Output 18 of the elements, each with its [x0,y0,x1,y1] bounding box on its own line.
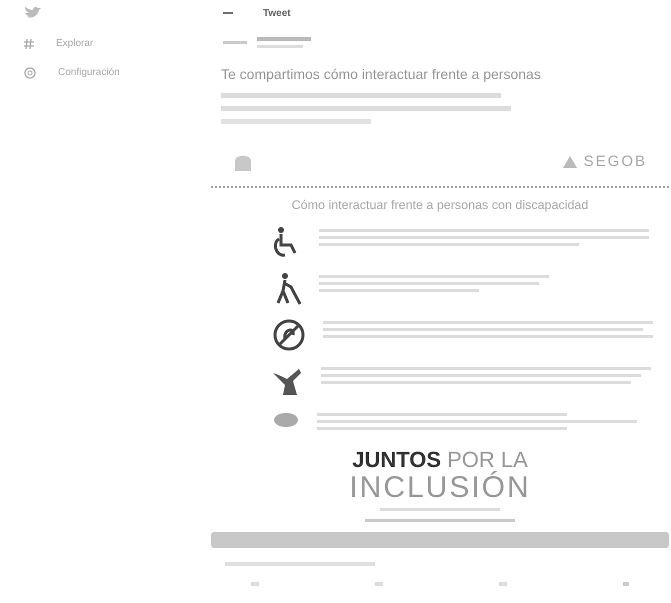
crossed-ear-icon [273,318,305,351]
campaign-title: POR LA [447,448,528,472]
campaign-title: JUNTOS [352,448,442,472]
settings-icon [24,66,36,78]
logo-text: SEGOB [584,152,647,172]
page-title: Tweet [263,6,291,20]
hashtag-icon [24,38,34,48]
tweet-text: Te compartimos cómo interactuar frente a personas [221,65,542,84]
illegible-text-drawing [257,36,311,40]
infographic-heading: Cómo interactuar frente a personas con discapacidad [290,197,590,214]
tweet-image[interactable]: SEGOB Cómo interactuar frente a personas con discapacidad JUNTOS POR LA INCLUSIÓN [211,142,669,548]
sidebar-item[interactable]: Explorar [24,36,211,51]
illegible-text-drawing [257,44,303,48]
sidebar-item[interactable]: Configuración [24,65,211,80]
crest-icon [562,154,578,170]
bird-icon[interactable] [24,6,42,20]
campaign-title: INCLUSIÓN [349,472,531,504]
illegible-text-drawing [223,40,247,44]
